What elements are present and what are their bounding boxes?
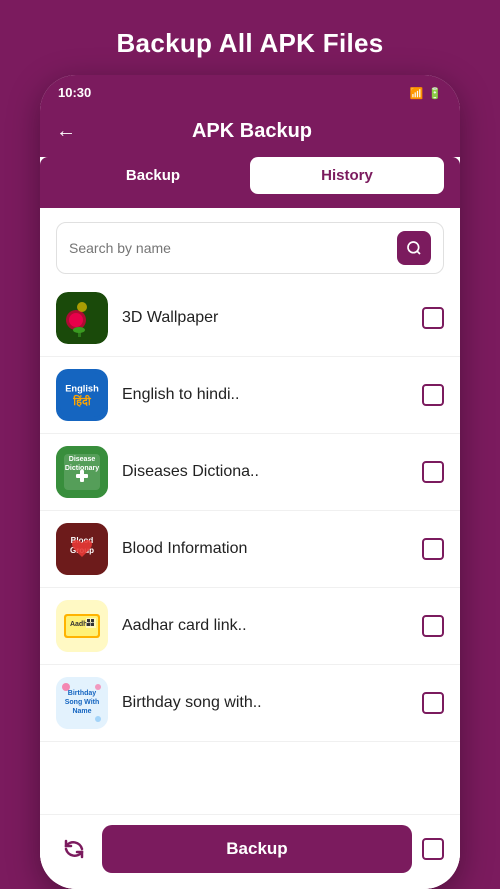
page-title: Backup All APK Files — [96, 0, 403, 75]
list-item: English हिंदी English to hindi.. — [40, 357, 460, 434]
list-item: Aadhar Aadhar card link.. — [40, 588, 460, 665]
svg-text:Name: Name — [72, 708, 91, 715]
checkbox-birthday[interactable] — [422, 692, 444, 714]
time-display: 10:30 — [58, 85, 91, 100]
svg-text:Disease: Disease — [69, 456, 96, 463]
bottom-bar: Backup — [40, 814, 460, 889]
app-name-birthday: Birthday song with.. — [122, 694, 408, 712]
app-icon-3d-wallpaper — [56, 292, 108, 344]
app-icon-diseases: Disease Dictionary — [56, 446, 108, 498]
svg-text:हिंदी: हिंदी — [72, 394, 92, 408]
tab-backup[interactable]: Backup — [56, 157, 250, 194]
backup-button[interactable]: Backup — [102, 825, 412, 873]
app-header-title: APK Backup — [90, 120, 444, 143]
app-icon-english-hindi: English हिंदी — [56, 369, 108, 421]
checkbox-3d-wallpaper[interactable] — [422, 307, 444, 329]
phone-frame: 10:30 ← APK Backup Backup History — [40, 75, 460, 889]
search-input[interactable] — [69, 240, 389, 256]
checkbox-english-hindi[interactable] — [422, 384, 444, 406]
list-item: Blood Group Blood Information — [40, 511, 460, 588]
app-list: 3D Wallpaper English हिंदी English to hi… — [40, 280, 460, 814]
app-icon-birthday: Birthday Song With Name — [56, 677, 108, 729]
app-name-english-hindi: English to hindi.. — [122, 386, 408, 404]
tab-bar: Backup History — [40, 157, 460, 208]
refresh-button[interactable] — [56, 831, 92, 867]
search-bar — [56, 222, 444, 274]
list-item: Birthday Song With Name Birthday song wi… — [40, 665, 460, 742]
app-name-blood: Blood Information — [122, 540, 408, 558]
status-icons — [410, 85, 442, 100]
back-button[interactable]: ← — [56, 120, 76, 143]
app-name-aadhar: Aadhar card link.. — [122, 617, 408, 635]
checkbox-aadhar[interactable] — [422, 615, 444, 637]
tab-history[interactable]: History — [250, 157, 444, 194]
search-icon — [406, 240, 422, 256]
checkbox-blood[interactable] — [422, 538, 444, 560]
svg-text:English: English — [65, 384, 99, 394]
app-header: ← APK Backup — [40, 108, 460, 157]
checkbox-diseases[interactable] — [422, 461, 444, 483]
list-item: Disease Dictionary Diseases Dictiona.. — [40, 434, 460, 511]
app-icon-aadhar: Aadhar — [56, 600, 108, 652]
battery-icon — [428, 85, 442, 100]
content-area: 3D Wallpaper English हिंदी English to hi… — [40, 208, 460, 889]
list-item: 3D Wallpaper — [40, 280, 460, 357]
svg-text:Birthday: Birthday — [68, 690, 97, 697]
select-all-checkbox[interactable] — [422, 838, 444, 860]
app-name-3d-wallpaper: 3D Wallpaper — [122, 309, 408, 327]
app-name-diseases: Diseases Dictiona.. — [122, 463, 408, 481]
status-bar: 10:30 — [40, 75, 460, 108]
svg-text:Song With: Song With — [65, 699, 100, 706]
app-icon-blood: Blood Group — [56, 523, 108, 575]
wifi-icon — [410, 85, 424, 100]
search-button[interactable] — [397, 231, 431, 265]
